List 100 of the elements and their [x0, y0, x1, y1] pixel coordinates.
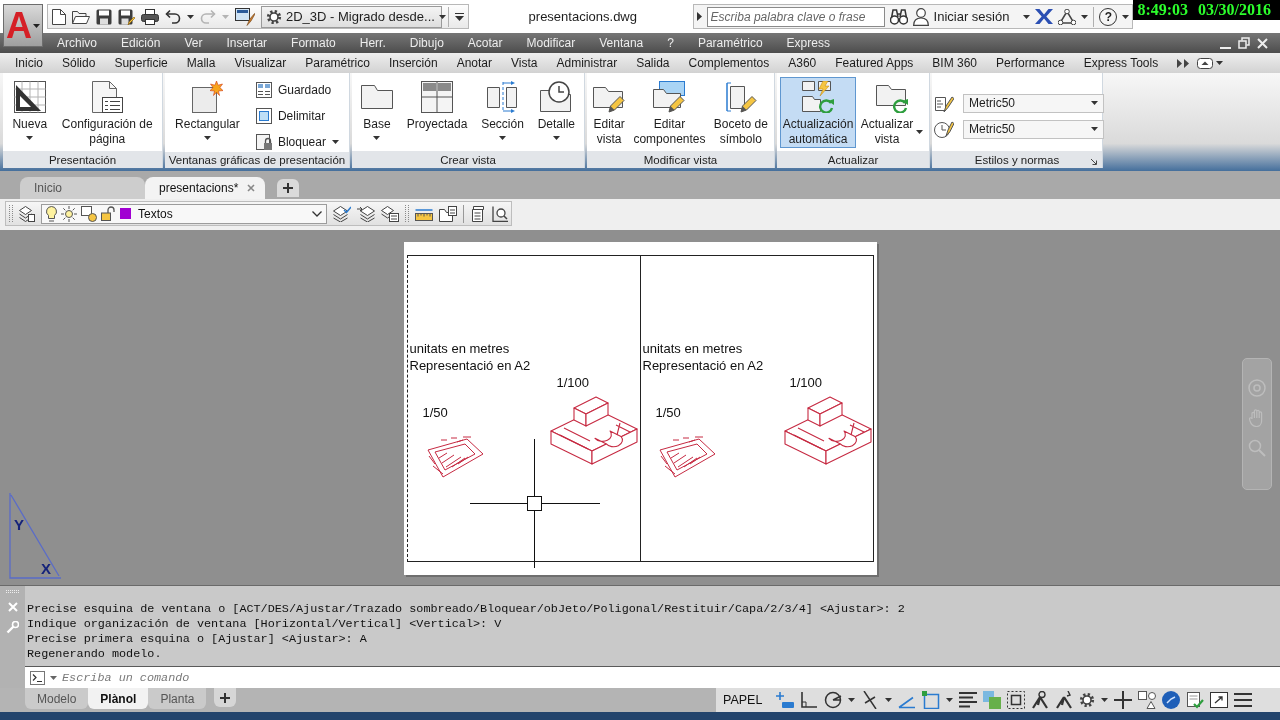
menu-item[interactable]: Herr.	[359, 36, 386, 50]
caret-icon[interactable]	[946, 698, 954, 702]
lines-icon[interactable]	[959, 692, 978, 708]
menu-item[interactable]: Edición	[121, 36, 161, 50]
ribbon-tab[interactable]: Inicio	[15, 56, 43, 70]
style-dropdown[interactable]: Metric50	[963, 119, 1104, 139]
ribbon-button[interactable]: Delimitar	[252, 106, 342, 126]
menu-item[interactable]: Dibujo	[409, 36, 444, 50]
menu-item[interactable]: Modificar	[526, 36, 576, 50]
menu-item[interactable]: Archivo	[57, 36, 97, 50]
ribbon-tab[interactable]: Paramétrico	[305, 56, 370, 70]
ribbon-button[interactable]: Sección	[478, 77, 527, 148]
triangle-nodes-icon[interactable]	[1058, 8, 1077, 25]
figure-icon[interactable]	[1031, 691, 1050, 709]
ribbon-button[interactable]: Boceto de símbolo	[710, 77, 771, 148]
menu-item[interactable]: ?	[667, 36, 674, 50]
crossed-lines-icon[interactable]	[861, 691, 880, 709]
caret-icon[interactable]	[1122, 14, 1130, 19]
ribbon-button[interactable]: Actualizar vista	[857, 77, 927, 148]
frame-stack-icon[interactable]	[439, 205, 458, 222]
ribbon-tab[interactable]: BIM 360	[932, 56, 977, 70]
caret-icon[interactable]	[1216, 61, 1224, 65]
menu-item[interactable]: Express	[786, 36, 830, 50]
ribbon-tab[interactable]: Salida	[636, 56, 670, 70]
layer-dropdown[interactable]: Textos	[41, 203, 328, 224]
menu-item[interactable]: Paramétrico	[697, 36, 763, 50]
document-check-icon[interactable]	[1186, 691, 1205, 709]
new-layout-button[interactable]	[214, 688, 237, 707]
dashed-square-icon[interactable]	[1007, 691, 1026, 709]
ribbon-button[interactable]: Nueva	[9, 77, 51, 148]
ribbon-tab[interactable]: Performance	[996, 56, 1065, 70]
ribbon-tab[interactable]: Superficie	[114, 56, 168, 70]
ribbon-button[interactable]: Bloquear	[252, 132, 342, 152]
ribbon-tab[interactable]: Administrar	[556, 56, 618, 70]
prompt-icon[interactable]	[30, 670, 45, 685]
menu-item[interactable]: Insertar	[226, 36, 268, 50]
caret-icon[interactable]	[50, 675, 57, 680]
ribbon-button[interactable]: Rectangular	[172, 77, 243, 148]
layers-arrow-icon[interactable]	[357, 205, 376, 222]
document-tab[interactable]: presentacions*	[145, 177, 265, 199]
triangle-icon[interactable]	[696, 12, 702, 21]
ribbon-tab[interactable]: Vista	[511, 56, 538, 70]
grip-icon[interactable]	[405, 204, 410, 223]
gear-icon[interactable]	[1079, 692, 1096, 708]
x-shape-icon[interactable]	[1035, 9, 1054, 24]
shapes-icon[interactable]	[1138, 691, 1157, 709]
menu-item[interactable]: Ver	[184, 36, 203, 50]
ribbon-tab[interactable]: Malla	[186, 56, 216, 70]
figure-icon[interactable]	[1055, 691, 1074, 709]
new-tab-button[interactable]	[277, 179, 299, 197]
right-angle-icon[interactable]	[800, 691, 819, 709]
plus-icon[interactable]	[1114, 691, 1133, 709]
monitor-brush-icon[interactable]	[235, 7, 255, 26]
ribbon-tab[interactable]: Inserción	[388, 56, 438, 70]
ribbon-toggle-icon[interactable]	[1197, 57, 1214, 69]
ribbon-button[interactable]: Base	[357, 77, 396, 148]
restore-icon[interactable]	[1238, 37, 1250, 49]
expand-icon[interactable]	[1210, 692, 1229, 708]
close-icon[interactable]	[247, 184, 255, 192]
customize-caret-icon[interactable]	[455, 12, 464, 21]
layout-tab[interactable]: Planta	[148, 688, 207, 709]
binoculars-icon[interactable]	[889, 8, 908, 25]
floppy-pencil-icon[interactable]	[118, 8, 135, 25]
caret-icon[interactable]	[885, 698, 893, 702]
disc-icon[interactable]	[1162, 691, 1181, 709]
plus-bar-icon[interactable]	[776, 691, 795, 709]
menu-item[interactable]: Ventana	[599, 36, 644, 50]
layout-tab[interactable]: Modelo	[25, 688, 89, 709]
printer-icon[interactable]	[141, 8, 159, 25]
folder-icon[interactable]	[72, 9, 90, 24]
ribbon-button[interactable]: Editar vista	[590, 77, 629, 148]
corner-arrow-icon[interactable]	[1091, 159, 1097, 165]
ribbon-button[interactable]: Actualización automática	[779, 77, 857, 148]
ribbon-tab[interactable]: Sólido	[62, 56, 96, 70]
caret-icon[interactable]	[187, 14, 194, 19]
ribbon-button[interactable]: Editar componentes	[630, 77, 709, 148]
ribbon-tab[interactable]: Complementos	[688, 56, 770, 70]
command-input[interactable]: Escriba un comando	[62, 670, 1280, 685]
double-chevron-icon[interactable]	[1177, 58, 1190, 68]
layers-list-icon[interactable]	[381, 205, 400, 222]
ribbon-tab[interactable]: A360	[788, 56, 817, 70]
page-icon[interactable]	[52, 8, 66, 25]
scroll-icon[interactable]	[470, 205, 486, 222]
circle-angle-icon[interactable]	[824, 691, 843, 709]
ribbon-tab[interactable]: Express Tools	[1083, 56, 1159, 70]
menu-icon[interactable]	[1234, 692, 1253, 708]
paper-space-button[interactable]: PAPEL	[721, 693, 765, 707]
menu-item[interactable]: Formato	[291, 36, 336, 50]
search-field[interactable]: Escriba palabra clave o frase	[706, 6, 885, 27]
undo-icon[interactable]	[165, 9, 181, 24]
ribbon-tab[interactable]: Featured Apps	[835, 56, 914, 70]
layers-check-icon[interactable]	[333, 205, 352, 222]
ribbon-tab[interactable]: Anotar	[456, 56, 492, 70]
ribbon-button[interactable]: Guardado	[252, 80, 342, 100]
layout-tab[interactable]: Plànol	[88, 688, 149, 709]
style-dropdown[interactable]: Metric50	[963, 93, 1104, 113]
sign-in-button[interactable]: Iniciar sesión	[912, 7, 1010, 26]
grip-icon[interactable]	[9, 204, 13, 223]
caret-icon[interactable]	[1101, 698, 1109, 702]
caret-icon[interactable]	[1081, 14, 1089, 19]
